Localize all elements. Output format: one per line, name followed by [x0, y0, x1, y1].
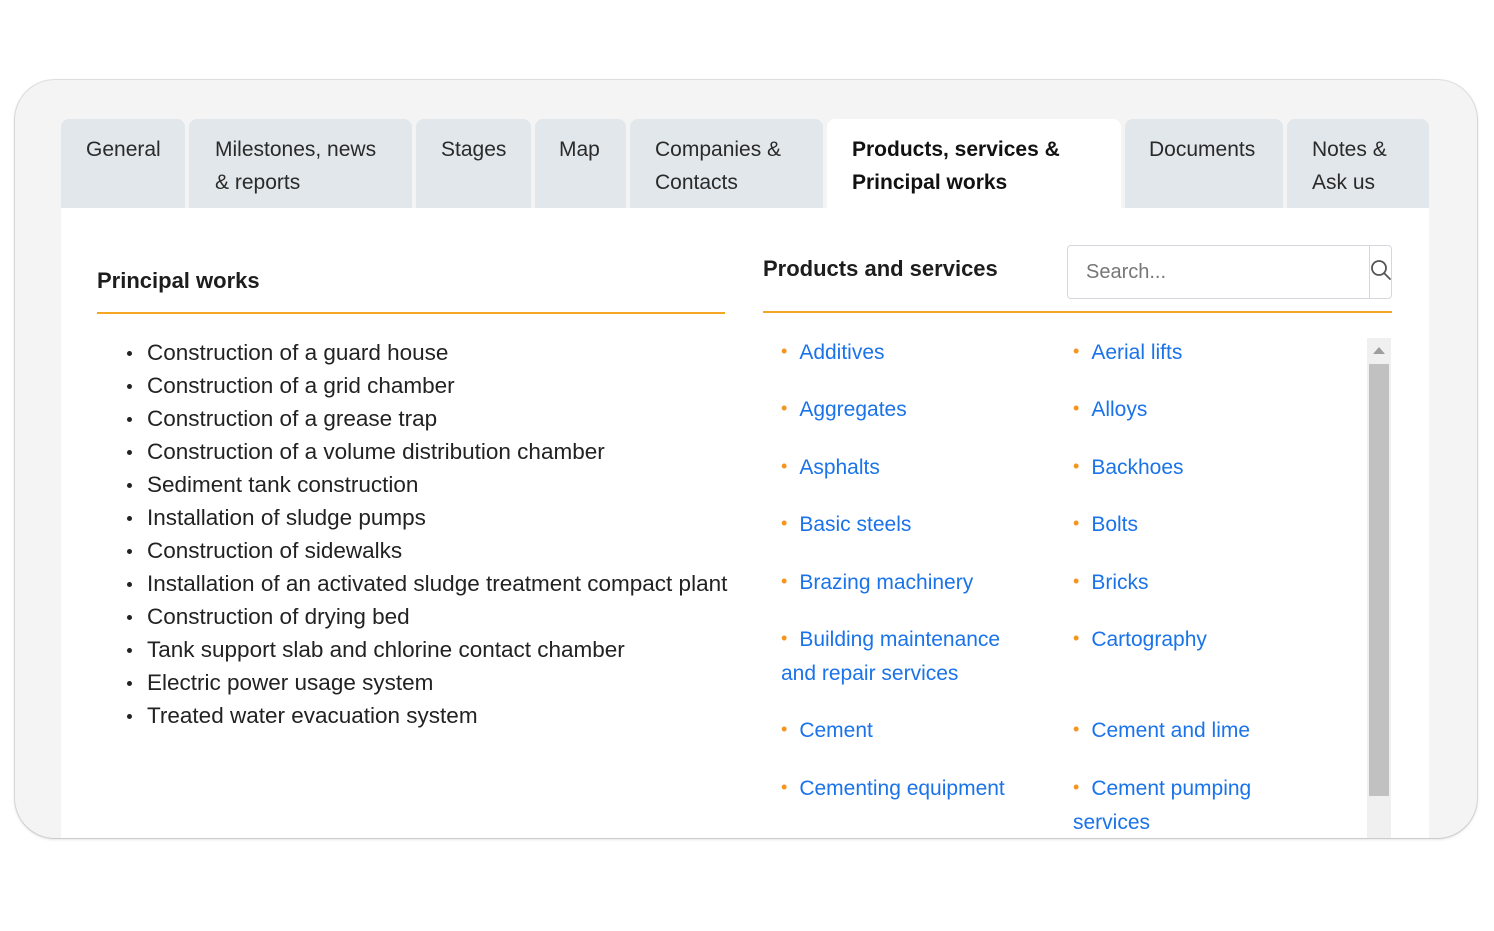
list-item: Construction of a volume distribution ch… [127, 435, 747, 468]
bullet-icon: • [781, 628, 788, 648]
tab-bar: General Milestones, news & reports Stage… [61, 119, 1429, 209]
tab-label: Notes & Ask us [1312, 138, 1387, 194]
list-item: Electric power usage system [127, 666, 747, 699]
product-link[interactable]: • Basic steels [781, 508, 1051, 542]
product-link[interactable]: • Brazing machinery [781, 566, 1051, 600]
product-label: Cartography [1091, 628, 1207, 651]
tab-panel: Principal works Construction of a guard … [61, 208, 1429, 838]
products-services-heading: Products and services [763, 256, 998, 281]
product-link[interactable]: • Asphalts [781, 451, 1051, 485]
list-item: Installation of an activated sludge trea… [127, 567, 747, 600]
tab-label: Map [559, 138, 600, 161]
tab-documents[interactable]: Documents [1125, 119, 1283, 208]
product-link[interactable]: • Backhoes [1073, 451, 1343, 485]
tab-general[interactable]: General [61, 119, 185, 208]
list-item: Construction of a grid chamber [127, 369, 747, 402]
product-label: Bolts [1091, 513, 1138, 536]
bullet-icon: • [1073, 777, 1080, 797]
tab-map[interactable]: Map [535, 119, 626, 208]
product-link[interactable]: • Cement [781, 714, 1051, 748]
product-link[interactable]: • Aggregates [781, 393, 1051, 427]
list-item: Sediment tank construction [127, 468, 747, 501]
bullet-icon: • [781, 341, 788, 361]
product-label: Basic steels [799, 513, 912, 536]
scrollbar-thumb[interactable] [1369, 364, 1389, 796]
product-label: Aggregates [799, 398, 907, 421]
tab-label: Documents [1149, 138, 1256, 161]
product-label: Backhoes [1091, 456, 1184, 479]
bullet-icon: • [1073, 571, 1080, 591]
bullet-icon: • [781, 571, 788, 591]
product-link[interactable]: • Bricks [1073, 566, 1343, 600]
product-label: Building maintenance and repair services [781, 628, 1001, 685]
tab-label: Companies & Contacts [655, 138, 782, 194]
product-label: Bricks [1091, 571, 1149, 594]
bullet-icon: • [1073, 398, 1080, 418]
list-item: Construction of a guard house [127, 336, 747, 369]
product-label: Brazing machinery [799, 571, 974, 594]
bullet-icon: • [781, 456, 788, 476]
product-link[interactable]: • Cementing equipment [781, 772, 1051, 806]
product-label: Cementing equipment [799, 777, 1005, 800]
bullet-icon: • [1073, 456, 1080, 476]
principal-works-divider [97, 312, 725, 314]
list-item: Treated water evacuation system [127, 699, 747, 732]
product-label: Cement pumping services [1073, 777, 1252, 834]
product-link[interactable]: • Alloys [1073, 393, 1343, 427]
scroll-up-arrow-icon[interactable] [1367, 338, 1391, 362]
product-label: Cement [799, 719, 873, 742]
product-label: Additives [799, 341, 885, 364]
bullet-icon: • [1073, 719, 1080, 739]
product-link[interactable]: • Bolts [1073, 508, 1343, 542]
product-link[interactable]: • Building maintenance and repair service… [781, 623, 1031, 690]
tab-label: Products, services & Principal works [852, 138, 1060, 194]
search-box [1067, 245, 1392, 299]
list-item: Construction of drying bed [127, 600, 747, 633]
tab-stages[interactable]: Stages [416, 119, 531, 208]
product-label: Aerial lifts [1091, 341, 1183, 364]
tab-companies-contacts[interactable]: Companies & Contacts [630, 119, 823, 208]
product-link[interactable]: • Cartography [1073, 623, 1343, 657]
list-item: Construction of sidewalks [127, 534, 747, 567]
list-item: Tank support slab and chlorine contact c… [127, 633, 747, 666]
tab-milestones-news-reports[interactable]: Milestones, news & reports [189, 119, 412, 208]
product-label: Cement and lime [1091, 719, 1251, 742]
bullet-icon: • [781, 719, 788, 739]
product-label: Alloys [1091, 398, 1148, 421]
bullet-icon: • [781, 398, 788, 418]
search-input[interactable] [1068, 246, 1369, 298]
product-link[interactable]: • Cement pumping services [1073, 772, 1283, 838]
bullet-icon: • [1073, 341, 1080, 361]
product-label: Asphalts [799, 456, 880, 479]
tab-label: Milestones, news & reports [215, 138, 377, 194]
search-button[interactable] [1369, 246, 1392, 298]
content-card: General Milestones, news & reports Stage… [15, 80, 1477, 838]
bullet-icon: • [1073, 628, 1080, 648]
bullet-icon: • [1073, 513, 1080, 533]
bullet-icon: • [781, 513, 788, 533]
product-link[interactable]: • Cement and lime [1073, 714, 1343, 748]
tab-label: General [86, 138, 161, 161]
bullet-icon: • [781, 777, 788, 797]
principal-works-list: Construction of a guard house Constructi… [127, 336, 747, 732]
principal-works-heading: Principal works [97, 268, 260, 293]
products-services-list: • Additives • Aerial lifts • Aggregates • Al… [781, 336, 1371, 838]
product-link[interactable]: • Additives [781, 336, 1051, 370]
list-item: Construction of a grease trap [127, 402, 747, 435]
tab-products-services-principal-works[interactable]: Products, services & Principal works [827, 119, 1121, 209]
products-services-divider [763, 311, 1392, 313]
products-scrollbar[interactable] [1367, 338, 1391, 838]
search-icon [1370, 259, 1392, 286]
product-link[interactable]: • Aerial lifts [1073, 336, 1343, 370]
tab-label: Stages [441, 138, 507, 161]
list-item: Installation of sludge pumps [127, 501, 747, 534]
tab-notes-ask-us[interactable]: Notes & Ask us [1287, 119, 1429, 208]
